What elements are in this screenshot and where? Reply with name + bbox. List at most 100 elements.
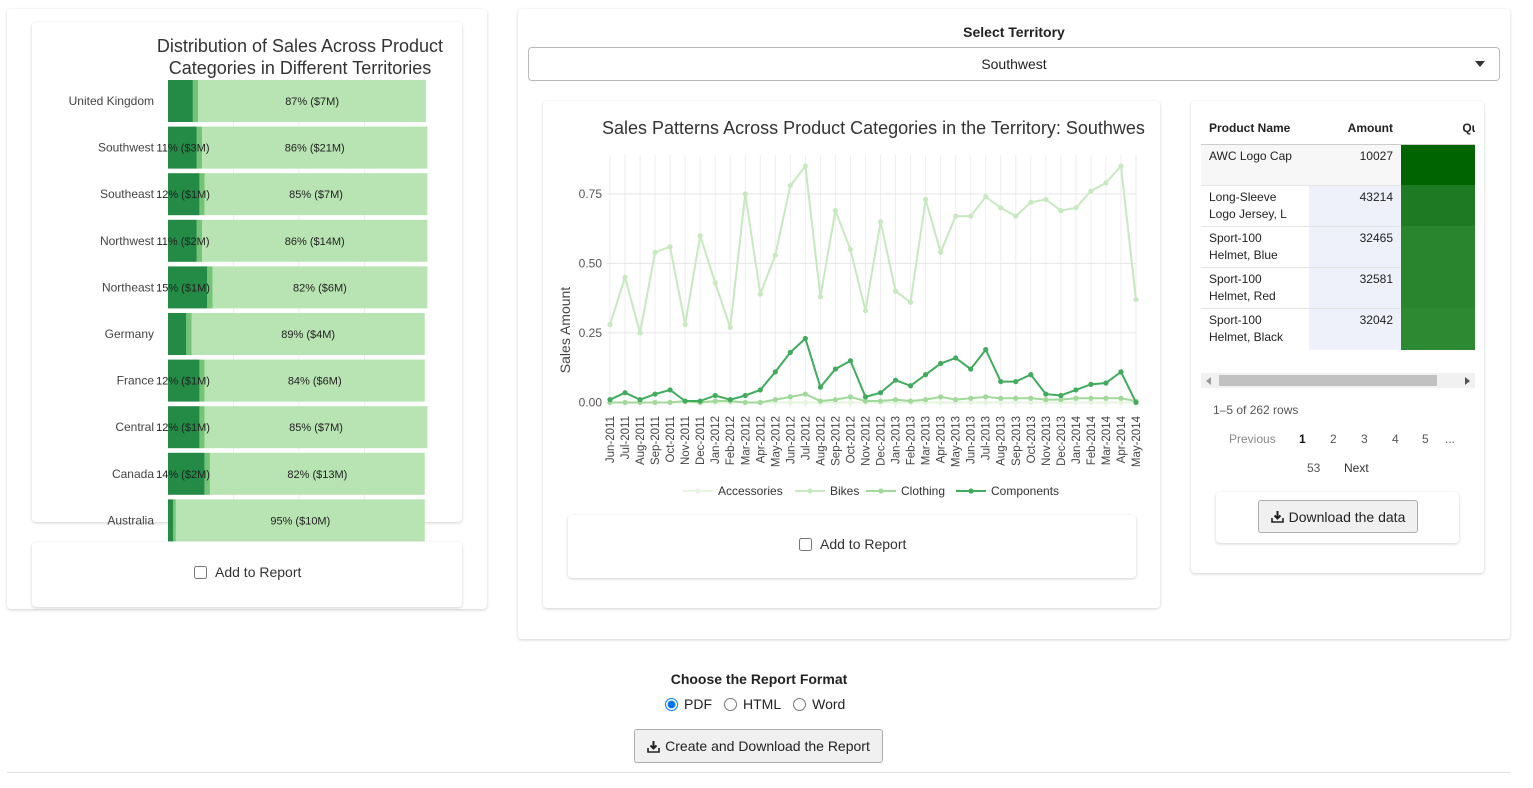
table-row[interactable]: Sport-100 Helmet, Blue 324651:: [1201, 226, 1475, 268]
series-point-components: [1013, 378, 1019, 385]
bar-territory-label: Australia: [107, 513, 154, 527]
series-point-bikes: [938, 249, 944, 255]
format-radio-html[interactable]: [724, 697, 737, 711]
line-add-to-report-checkbox[interactable]: [799, 537, 812, 551]
series-point-components: [772, 369, 778, 375]
series-point-clothing: [787, 394, 793, 400]
cell-amount: 43214: [1309, 185, 1401, 227]
chevron-down-icon: [1475, 61, 1485, 67]
pager-page-53[interactable]: 53: [1307, 461, 1320, 475]
x-tick-label: Oct-2013: [1026, 416, 1038, 463]
series-point-bikes: [637, 330, 643, 336]
series-line-bikes: [609, 163, 1137, 334]
product-name-line2: Logo Jersey, L: [1209, 207, 1287, 221]
territory-select[interactable]: Southwest: [528, 47, 1500, 81]
series-point-components: [622, 390, 628, 396]
series-point-bikes: [968, 213, 974, 219]
bar-segment-dark: [168, 80, 193, 122]
create-report-label: Create and Download the Report: [665, 738, 870, 754]
bar-segment-dark: [168, 313, 187, 355]
series-point-components: [712, 392, 718, 399]
series-point-clothing: [907, 398, 914, 404]
series-point-bikes: [787, 182, 793, 189]
legend-label: Bikes: [830, 484, 859, 498]
territory-select-value: Southwest: [981, 56, 1047, 72]
scrollbar-thumb[interactable]: [1219, 375, 1437, 386]
x-tick-label: Jun-2012: [785, 416, 797, 464]
create-report-button[interactable]: Create and Download the Report: [634, 729, 883, 763]
x-tick-label: Sep-2011: [650, 416, 662, 465]
pager-page-4[interactable]: 4: [1392, 432, 1399, 446]
series-point-bikes: [953, 213, 959, 219]
bar-chart: United Kingdom 87% ($7M) Southwest 11% ($3M…: [69, 75, 428, 542]
x-tick-label: Aug-2011: [635, 416, 647, 465]
bar-segment-label: 85% ($7M): [289, 189, 343, 201]
table-row[interactable]: Long-Sleeve Logo Jersey, L 4321414: [1201, 185, 1475, 227]
table-row[interactable]: AWC Logo Cap 100271(: [1201, 144, 1475, 186]
x-tick-label: Aug-2012: [815, 416, 827, 466]
bar-segment-label: 86% ($14M): [285, 236, 345, 248]
series-point-bikes: [652, 249, 658, 255]
column-header-amount[interactable]: Amount: [1309, 111, 1401, 145]
series-point-bikes: [1088, 188, 1094, 194]
line-add-to-report[interactable]: Add to Report: [799, 536, 906, 552]
table-horizontal-scrollbar[interactable]: [1201, 373, 1475, 388]
pager-next[interactable]: Next: [1344, 461, 1369, 475]
series-point-bikes: [1073, 205, 1079, 211]
product-name-line1: Sport-100: [1209, 272, 1262, 286]
pager-ellipsis: ...: [1445, 432, 1456, 446]
line-chart-title: Sales Patterns Across Product Categories…: [602, 118, 1145, 138]
x-tick-label: Aug-2013: [996, 416, 1008, 466]
scroll-right-icon[interactable]: [1465, 377, 1470, 385]
format-radio-word[interactable]: [793, 697, 807, 711]
column-header-quantity[interactable]: Quan: [1401, 111, 1475, 145]
scroll-left-icon[interactable]: [1206, 377, 1211, 385]
series-point-components: [757, 387, 763, 393]
x-tick-label: Apr-2012: [755, 416, 767, 463]
x-tick-label: Oct-2011: [665, 416, 677, 462]
table-header-row: Product Name Amount Quan: [1201, 111, 1475, 145]
bar-segment-mid: [186, 313, 192, 355]
bar-segment-label: 89% ($4M): [281, 329, 335, 341]
table-row[interactable]: Sport-100 Helmet, Black 320421:: [1201, 308, 1475, 350]
format-option-word[interactable]: Word: [793, 696, 845, 712]
y-tick-label: 0.50: [579, 256, 603, 270]
cell-quantity: 1:: [1401, 226, 1475, 268]
pager-page-2[interactable]: 2: [1330, 432, 1337, 446]
pager-page-3[interactable]: 3: [1361, 432, 1368, 446]
pager-page-5[interactable]: 5: [1422, 432, 1429, 446]
series-point-clothing: [817, 398, 823, 404]
report-format-options: PDF HTML Word: [665, 696, 857, 712]
bar-chart-title: Distribution of Sales Across Product Cat…: [140, 35, 460, 79]
legend-label: Components: [991, 484, 1059, 498]
series-point-clothing: [832, 397, 839, 403]
format-radio-pdf[interactable]: [665, 697, 678, 711]
pager-previous[interactable]: Previous: [1229, 432, 1276, 446]
series-point-clothing: [998, 395, 1004, 401]
series-point-bikes: [998, 205, 1004, 211]
bar-territory-label: Germany: [105, 327, 154, 341]
x-tick-label: Jul-2011: [620, 416, 632, 459]
data-table-viewport: Product Name Amount Quan AWC Logo Cap 100…: [1201, 111, 1475, 373]
column-header-product-name[interactable]: Product Name: [1201, 111, 1309, 145]
series-point-clothing: [953, 397, 959, 403]
data-table: Product Name Amount Quan AWC Logo Cap 100…: [1201, 111, 1475, 350]
series-point-bikes: [862, 308, 869, 314]
format-option-html[interactable]: HTML: [724, 696, 781, 712]
cell-quantity: 1(: [1401, 144, 1475, 186]
series-point-clothing: [667, 399, 673, 406]
series-point-components: [682, 398, 688, 404]
series-point-bikes: [923, 196, 929, 203]
cell-product-name: AWC Logo Cap: [1201, 144, 1309, 186]
series-point-clothing: [652, 399, 658, 406]
product-name-line2: Helmet, Blue: [1209, 248, 1278, 262]
table-row[interactable]: Sport-100 Helmet, Red 325811:: [1201, 267, 1475, 309]
download-data-button[interactable]: Download the data: [1258, 500, 1418, 533]
pager-page-1[interactable]: 1: [1299, 432, 1306, 446]
left-add-to-report-checkbox[interactable]: [194, 565, 207, 579]
format-option-pdf[interactable]: PDF: [665, 696, 712, 712]
series-point-components: [892, 377, 899, 383]
territory-select-label: Select Territory: [963, 24, 1065, 40]
left-add-to-report[interactable]: Add to Report: [194, 564, 301, 580]
series-point-clothing: [1088, 395, 1094, 401]
